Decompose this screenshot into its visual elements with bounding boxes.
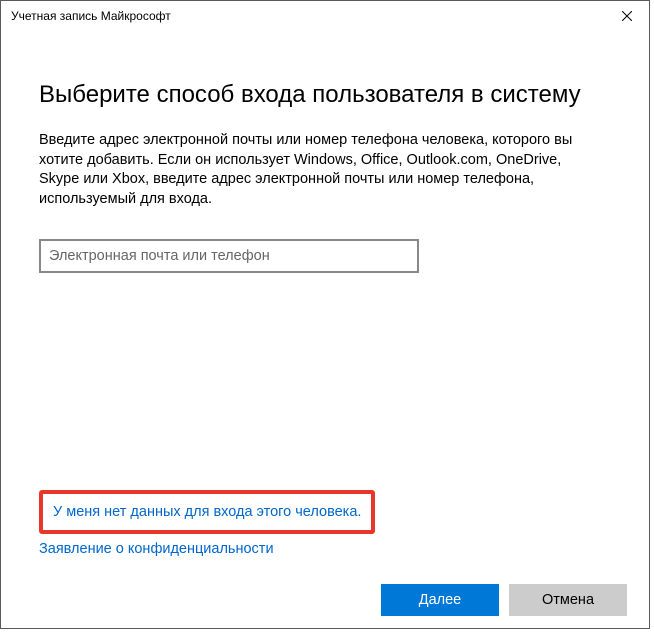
privacy-statement-link[interactable]: Заявление о конфиденциальности: [39, 541, 274, 557]
close-button[interactable]: [604, 1, 649, 31]
no-signin-info-link[interactable]: У меня нет данных для входа этого челове…: [53, 504, 361, 520]
cancel-button[interactable]: Отмена: [509, 584, 627, 616]
highlight-annotation: У меня нет данных для входа этого челове…: [39, 490, 375, 534]
links-area: У меня нет данных для входа этого челове…: [39, 490, 375, 558]
close-icon: [622, 11, 632, 21]
content-area: Выберите способ входа пользователя в сис…: [1, 31, 649, 572]
input-row: [39, 239, 611, 273]
footer-buttons: Далее Отмена: [1, 572, 649, 628]
titlebar: Учетная запись Майкрософт: [1, 1, 649, 31]
dialog-window: Учетная запись Майкрософт Выберите спосо…: [0, 0, 650, 629]
email-or-phone-input[interactable]: [39, 239, 419, 273]
window-title: Учетная запись Майкрософт: [11, 9, 171, 23]
page-heading: Выберите способ входа пользователя в сис…: [39, 81, 611, 109]
next-button[interactable]: Далее: [381, 584, 499, 616]
instruction-text: Введите адрес электронной почты или номе…: [39, 131, 599, 209]
